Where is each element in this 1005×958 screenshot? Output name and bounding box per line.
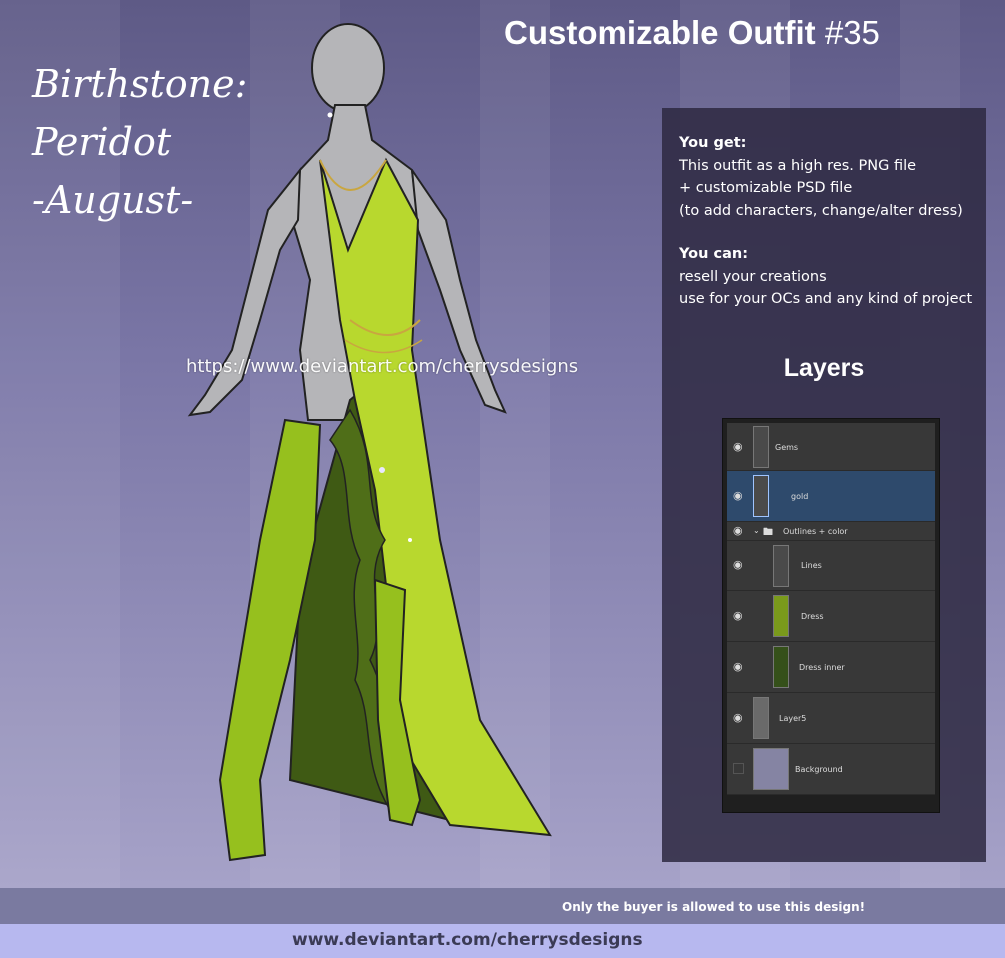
layer-thumbnail bbox=[753, 748, 789, 790]
layer-name: Outlines + color bbox=[783, 527, 848, 536]
folder-icon: 🖿 bbox=[763, 527, 773, 538]
layer-name: Layer5 bbox=[779, 714, 807, 723]
layer-name: Dress inner bbox=[799, 663, 845, 672]
birthstone-gem: Peridot bbox=[32, 120, 172, 164]
layer-thumbnail bbox=[773, 595, 789, 637]
layer-thumbnail bbox=[773, 545, 789, 587]
you-get-section: You get: This outfit as a high res. PNG … bbox=[679, 132, 963, 222]
you-can-heading: You can: bbox=[679, 246, 749, 262]
layers-panel: ◉ Gems ◉ gold ◉ ⌄ 🖿 Outlines + color ◉ L… bbox=[722, 418, 940, 813]
title-text: Customizable Outfit bbox=[504, 14, 816, 51]
you-get-heading: You get: bbox=[679, 135, 747, 151]
you-can-line: use for your OCs and any kind of project bbox=[679, 291, 973, 307]
layer-row[interactable]: ◉ Lines bbox=[727, 541, 935, 591]
layer-thumbnail bbox=[753, 475, 769, 517]
layer-thumbnail bbox=[753, 426, 769, 468]
you-can-section: You can: resell your creations use for y… bbox=[679, 243, 972, 311]
eye-icon[interactable]: ◉ bbox=[733, 525, 745, 537]
eye-icon[interactable]: ◉ bbox=[733, 490, 745, 502]
chevron-down-icon[interactable]: ⌄ bbox=[753, 526, 760, 535]
layer-name: Dress bbox=[801, 612, 824, 621]
layer-group-row[interactable]: ◉ ⌄ 🖿 Outlines + color bbox=[727, 522, 935, 541]
footer-url[interactable]: www.deviantart.com/cherrysdesigns bbox=[292, 930, 643, 950]
layer-name: Lines bbox=[801, 561, 822, 570]
layer-row[interactable]: Background bbox=[727, 744, 935, 795]
you-get-line: (to add characters, change/alter dress) bbox=[679, 202, 963, 219]
eye-icon[interactable]: ◉ bbox=[733, 610, 745, 622]
layer-thumbnail bbox=[773, 646, 789, 688]
watermark-url: https://www.deviantart.com/cherrysdesign… bbox=[186, 356, 579, 377]
eye-icon[interactable]: ◉ bbox=[733, 661, 745, 673]
you-get-line: + customizable PSD file bbox=[679, 180, 853, 196]
title-number: #35 bbox=[824, 14, 880, 51]
layer-name: Background bbox=[795, 765, 843, 774]
layer-row[interactable]: ◉ Dress inner bbox=[727, 642, 935, 693]
info-panel: You get: This outfit as a high res. PNG … bbox=[662, 108, 986, 862]
eye-icon[interactable]: ◉ bbox=[733, 559, 745, 571]
visibility-checkbox[interactable] bbox=[733, 763, 744, 774]
eye-icon[interactable]: ◉ bbox=[733, 441, 745, 453]
page-title: Customizable Outfit #35 bbox=[504, 14, 880, 52]
you-can-line: resell your creations bbox=[679, 268, 827, 285]
eye-icon[interactable]: ◉ bbox=[733, 712, 745, 724]
layer-row[interactable]: ◉ Layer5 bbox=[727, 693, 935, 744]
birthstone-label: Birthstone: bbox=[32, 62, 248, 106]
birthstone-month: -August- bbox=[32, 178, 194, 222]
layer-row[interactable]: ◉ Gems bbox=[727, 423, 935, 471]
layer-row[interactable]: ◉ Dress bbox=[727, 591, 935, 642]
birthstone-heading: Birthstone: Peridot -August- bbox=[32, 55, 248, 229]
layer-name: Gems bbox=[775, 443, 799, 452]
layer-name: gold bbox=[791, 492, 809, 501]
usage-note: Only the buyer is allowed to use this de… bbox=[562, 900, 866, 914]
layer-thumbnail bbox=[753, 697, 769, 739]
layers-title: Layers bbox=[783, 354, 865, 382]
layer-row-selected[interactable]: ◉ gold bbox=[727, 471, 935, 522]
you-get-line: This outfit as a high res. PNG file bbox=[679, 157, 917, 174]
